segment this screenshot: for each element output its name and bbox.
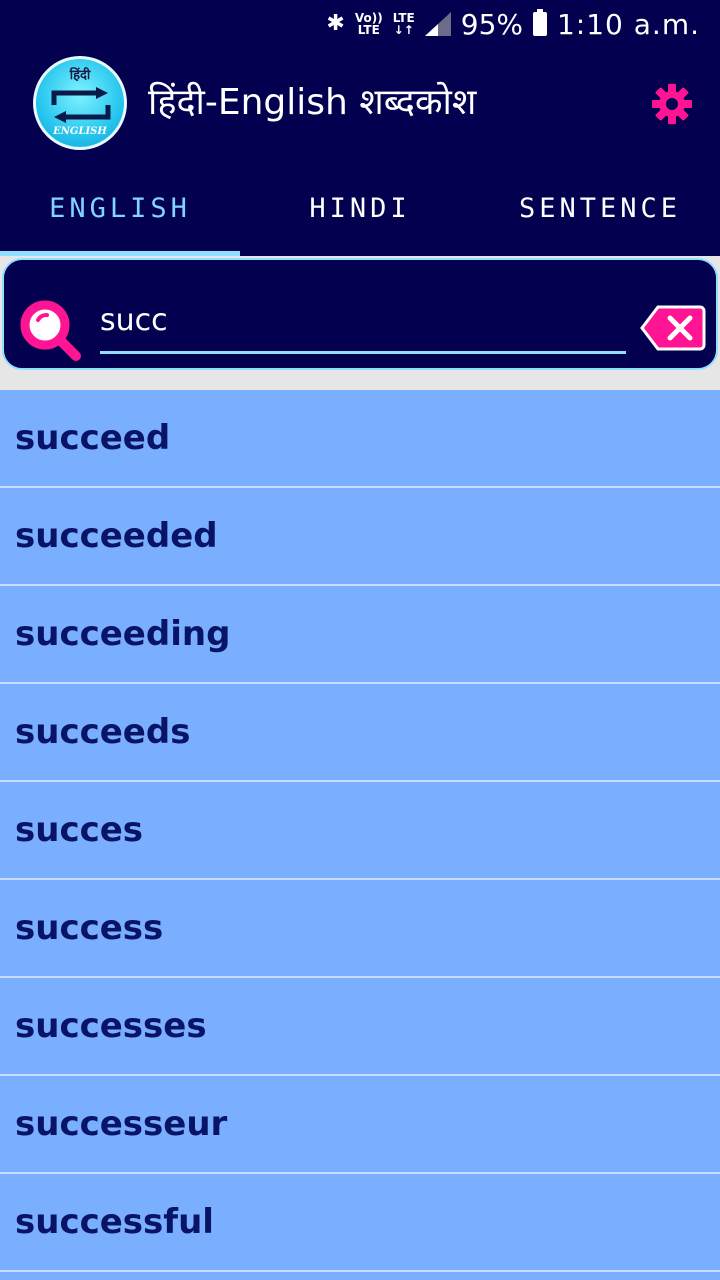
tab-hindi[interactable]: HINDI bbox=[240, 160, 480, 256]
list-item[interactable]: succeed bbox=[0, 390, 720, 488]
volte-label-bottom: LTE bbox=[357, 23, 380, 37]
list-item[interactable]: successeur bbox=[0, 1076, 720, 1174]
signal-icon bbox=[424, 12, 451, 36]
app-logo: हिंदी ENGLISH bbox=[33, 56, 127, 150]
list-item[interactable]: success bbox=[0, 880, 720, 978]
search-strip bbox=[0, 256, 720, 390]
bluetooth-icon: ✱ bbox=[326, 11, 345, 36]
tab-bar: ENGLISH HINDI SENTENCE bbox=[0, 160, 720, 256]
lte-indicator: LTE ↓↑ bbox=[393, 12, 415, 36]
list-item[interactable]: succeeds bbox=[0, 684, 720, 782]
list-item[interactable]: succeeded bbox=[0, 488, 720, 586]
settings-button[interactable] bbox=[652, 84, 692, 124]
tab-english[interactable]: ENGLISH bbox=[0, 160, 240, 256]
status-time: 1:10 a.m. bbox=[556, 7, 700, 41]
list-item[interactable]: successes bbox=[0, 978, 720, 1076]
search-box bbox=[2, 258, 718, 370]
lte-label-bottom: ↓↑ bbox=[393, 23, 414, 37]
app-title: हिंदी-English शब्दकोश bbox=[148, 82, 477, 123]
app-bar: हिंदी ENGLISH हिंदी-English शब्दकोश bbox=[0, 48, 720, 160]
status-bar: ✱ Vo)) LTE LTE ↓↑ 95% 1:10 a.m. bbox=[0, 0, 720, 48]
logo-hindi-text: हिंदी bbox=[69, 68, 91, 83]
results-list: succeed succeeded succeeding succeeds su… bbox=[0, 390, 720, 1280]
clear-button[interactable] bbox=[640, 304, 706, 352]
battery-icon bbox=[532, 9, 547, 36]
list-item[interactable]: successful bbox=[0, 1174, 720, 1272]
search-icon bbox=[20, 300, 81, 361]
list-item[interactable]: succeeding bbox=[0, 586, 720, 684]
logo-english-text: ENGLISH bbox=[53, 126, 107, 137]
backspace-icon bbox=[640, 305, 706, 351]
volte-indicator: Vo)) LTE bbox=[355, 12, 383, 36]
battery-percent: 95% bbox=[460, 7, 523, 41]
swap-arrows-icon bbox=[51, 87, 111, 123]
gear-icon bbox=[652, 84, 692, 124]
search-input[interactable] bbox=[100, 290, 626, 354]
tab-sentence[interactable]: SENTENCE bbox=[480, 160, 720, 256]
list-item[interactable]: succes bbox=[0, 782, 720, 880]
